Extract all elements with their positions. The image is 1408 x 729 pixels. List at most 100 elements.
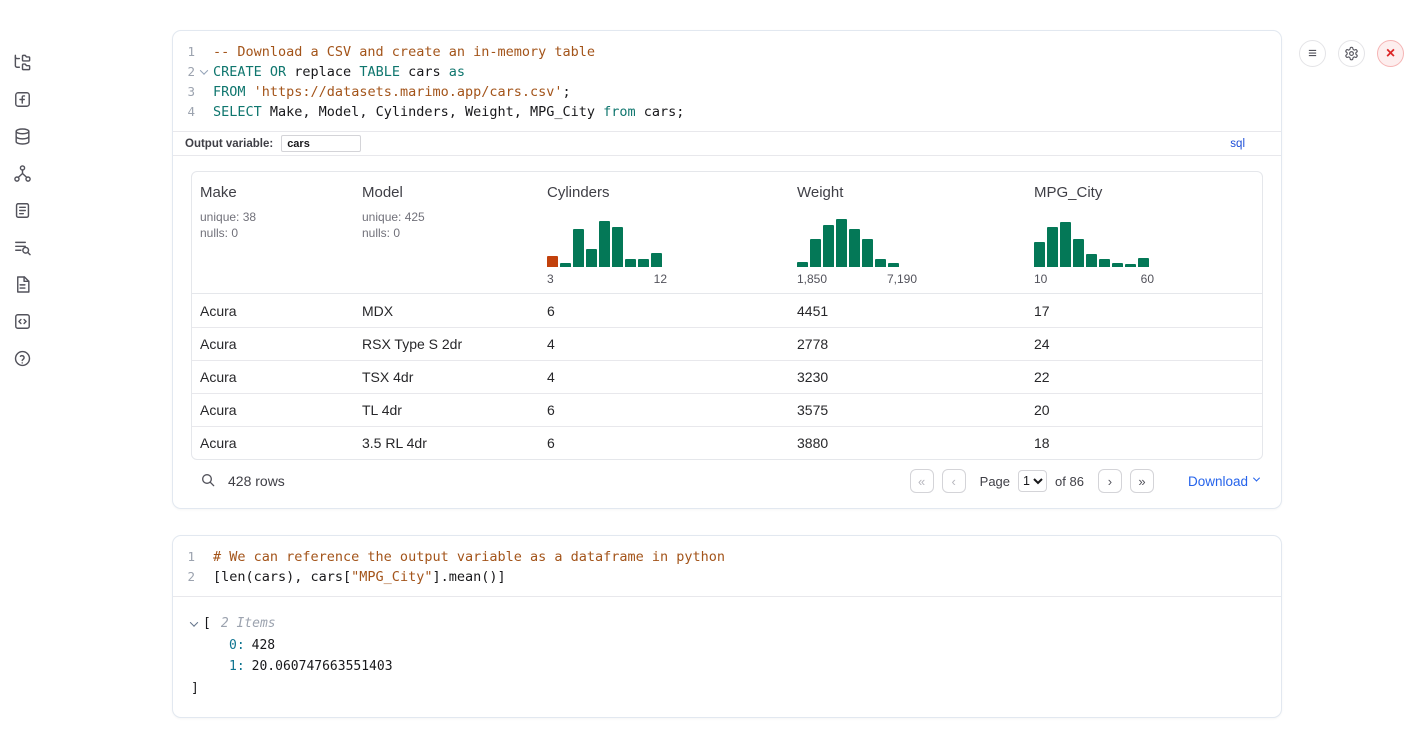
shutdown-button[interactable]: × — [1377, 40, 1404, 67]
histogram-bar — [547, 256, 558, 267]
documentation-icon[interactable] — [11, 273, 33, 295]
table-cell: Acura — [192, 394, 354, 426]
python-cell: 1# We can reference the output variable … — [172, 535, 1282, 718]
column-header-model[interactable]: Model unique: 425 nulls: 0 — [354, 172, 539, 293]
fold-spacer — [195, 82, 213, 102]
code-line[interactable]: 2CREATE OR replace TABLE cars as — [173, 62, 1281, 82]
cylinders-histogram[interactable] — [547, 219, 667, 267]
table-cell: Acura — [192, 328, 354, 360]
bracket-close-line: ] — [191, 678, 1281, 700]
table-row[interactable]: AcuraTSX 4dr4323022 — [192, 360, 1262, 393]
tree-entry: 1: 20.060747663551403 — [191, 656, 1281, 678]
weight-histogram[interactable] — [797, 219, 917, 267]
histogram-bar — [888, 263, 899, 267]
line-number: 4 — [173, 102, 195, 122]
histogram-bar — [810, 239, 821, 267]
hist-max-label: 12 — [654, 272, 667, 286]
histogram-bar — [1112, 263, 1123, 267]
histogram-bar — [849, 229, 860, 267]
settings-button[interactable] — [1338, 40, 1365, 67]
histogram-bar — [586, 249, 597, 267]
page-select[interactable]: 1 — [1018, 470, 1047, 492]
fold-chevron-icon[interactable] — [195, 62, 213, 82]
table-row[interactable]: Acura3.5 RL 4dr6388018 — [192, 426, 1262, 459]
code-line[interactable]: 1# We can reference the output variable … — [173, 547, 1281, 567]
table-cell: 24 — [1026, 328, 1262, 360]
help-icon[interactable] — [11, 347, 33, 369]
table-cell: 18 — [1026, 427, 1262, 459]
table-cell: 4 — [539, 328, 789, 360]
histogram-bar — [1125, 264, 1136, 267]
fold-spacer — [195, 42, 213, 62]
table-row[interactable]: AcuraRSX Type S 2dr4277824 — [192, 327, 1262, 360]
table-cell: Acura — [192, 427, 354, 459]
snippets-icon[interactable] — [11, 310, 33, 332]
sql-output-area: Make unique: 38 nulls: 0 Model unique: 4… — [173, 156, 1281, 508]
helper-sidebar — [0, 30, 44, 729]
code-line[interactable]: 1-- Download a CSV and create an in-memo… — [173, 42, 1281, 62]
sql-editor[interactable]: 1-- Download a CSV and create an in-memo… — [173, 31, 1281, 131]
tree-entry-value: 428 — [252, 635, 275, 657]
collapse-chevron-icon[interactable] — [190, 618, 198, 626]
hist-min-label: 3 — [547, 272, 554, 286]
table-cell: Acura — [192, 361, 354, 393]
first-page-button[interactable]: « — [910, 469, 934, 493]
dependency-graph-icon[interactable] — [11, 162, 33, 184]
histogram-bar — [625, 259, 636, 267]
logs-icon[interactable] — [11, 236, 33, 258]
output-variable-label: Output variable: — [185, 138, 273, 150]
chevron-down-icon — [1253, 475, 1260, 482]
sql-cell: 1-- Download a CSV and create an in-memo… — [172, 30, 1282, 509]
column-header-mpg-city[interactable]: MPG_City 10 60 — [1026, 172, 1262, 293]
line-number: 2 — [173, 567, 195, 587]
menu-icon: ≡ — [1308, 45, 1317, 62]
histogram-bar — [862, 239, 873, 267]
database-icon[interactable] — [11, 125, 33, 147]
table-row[interactable]: AcuraTL 4dr6357520 — [192, 393, 1262, 426]
tree-entry: 0: 428 — [191, 635, 1281, 657]
code-line[interactable]: 3FROM 'https://datasets.marimo.app/cars.… — [173, 82, 1281, 102]
close-icon: × — [1386, 45, 1395, 63]
download-button[interactable]: Download — [1188, 474, 1259, 489]
python-editor[interactable]: 1# We can reference the output variable … — [173, 536, 1281, 596]
table-cell: 3230 — [789, 361, 1026, 393]
code-line[interactable]: 2[len(cars), cars["MPG_City"].mean()] — [173, 567, 1281, 587]
histogram-bar — [1099, 259, 1110, 267]
fold-spacer — [195, 567, 213, 587]
histogram-bar — [1073, 239, 1084, 267]
histogram-bar — [651, 253, 662, 267]
file-explorer-icon[interactable] — [11, 51, 33, 73]
scratchpad-icon[interactable] — [11, 199, 33, 221]
table-cell: RSX Type S 2dr — [354, 328, 539, 360]
prev-page-button[interactable]: ‹ — [942, 469, 966, 493]
last-page-button[interactable]: » — [1130, 469, 1154, 493]
table-footer: 428 rows « ‹ Page 1 of 86 › » Download — [191, 460, 1263, 502]
mpg-city-histogram[interactable] — [1034, 219, 1154, 267]
table-cell: Acura — [192, 294, 354, 327]
histogram-bar — [836, 219, 847, 267]
output-variable-bar: Output variable: sql — [173, 131, 1281, 156]
code-line[interactable]: 4SELECT Make, Model, Cylinders, Weight, … — [173, 102, 1281, 122]
row-count: 428 rows — [228, 473, 285, 489]
column-header-weight[interactable]: Weight 1,850 7,190 — [789, 172, 1026, 293]
search-button[interactable] — [198, 471, 218, 491]
table-cell: 6 — [539, 427, 789, 459]
next-page-button[interactable]: › — [1098, 469, 1122, 493]
data-table: Make unique: 38 nulls: 0 Model unique: 4… — [191, 171, 1263, 460]
variables-icon[interactable] — [11, 88, 33, 110]
histogram-bar — [1034, 242, 1045, 267]
table-cell: 22 — [1026, 361, 1262, 393]
table-cell: 4 — [539, 361, 789, 393]
table-cell: TL 4dr — [354, 394, 539, 426]
output-variable-input[interactable] — [281, 135, 361, 152]
python-output: [ 2 Items 0: 428 1: 20.060747663551403 ] — [173, 596, 1281, 717]
tree-entry-value: 20.060747663551403 — [252, 656, 393, 678]
table-row[interactable]: AcuraMDX6445117 — [192, 294, 1262, 327]
tree-root-line[interactable]: [ 2 Items — [191, 613, 1281, 635]
column-header-cylinders[interactable]: Cylinders 3 12 — [539, 172, 789, 293]
page-label: Page — [980, 474, 1010, 489]
column-header-make[interactable]: Make unique: 38 nulls: 0 — [192, 172, 354, 293]
column-nulls-stat: nulls: 0 — [362, 226, 535, 240]
hist-max-label: 7,190 — [887, 272, 917, 286]
notebook-menu-button[interactable]: ≡ — [1299, 40, 1326, 67]
